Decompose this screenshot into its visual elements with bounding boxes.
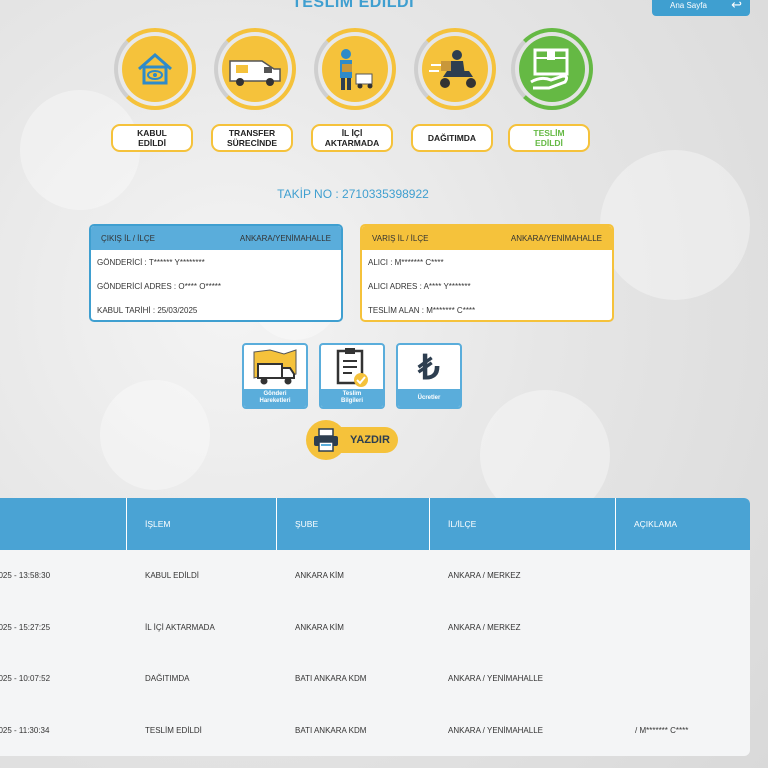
receiver-name: ALICI : M******* C**** <box>368 257 444 267</box>
courier-truck-icon <box>340 49 373 90</box>
sender-name: GÖNDERİCİ : T****** Y******** <box>97 257 205 267</box>
step-teslim: TESLİM EDİLDİ <box>508 28 595 152</box>
step-il-ici: İL İÇİ AKTARMADA <box>311 28 398 152</box>
truck-map-icon <box>253 349 297 385</box>
fees-button[interactable]: ₺ Ücretler <box>396 343 462 409</box>
sender-address: GÖNDERİCİ ADRES : O**** O***** <box>97 281 222 291</box>
header-aciklama: AÇIKLAMA <box>634 519 677 529</box>
delivery-info-button[interactable]: Teslim Bilgileri <box>319 343 385 409</box>
step-dagitim: DAĞITIMDA <box>411 28 498 152</box>
step-transfer: TRANSFER SÜRECİNDE <box>211 28 298 152</box>
delivered-to: TESLİM ALAN : M******* C**** <box>368 305 476 315</box>
table-row: 2025 - 13:58:30 KABUL EDİLDİ ANKARA KİM … <box>0 571 521 581</box>
header-islem: İŞLEM <box>145 519 171 529</box>
page-title: TESLİM EDİLDİ <box>291 0 415 11</box>
clipboard-check-icon <box>336 348 368 387</box>
header-sube: ŞUBE <box>295 519 319 529</box>
origin-card: ÇIKIŞ İL / İLÇE ANKARA/YENİMAHALLE GÖNDER… <box>89 224 343 322</box>
package-hand-icon <box>530 48 569 90</box>
table-row: 2025 - 10:07:52 DAĞITIMDA BATI ANKARA KD… <box>0 674 543 684</box>
van-icon <box>229 60 281 86</box>
step-label-transfer: TRANSFER SÜRECİNDE <box>211 124 293 152</box>
tracking-number: TAKİP NO : 2710335398922 <box>277 187 429 201</box>
step-label-dagitim: DAĞITIMDA <box>411 124 493 152</box>
step-label-kabul: KABUL EDİLDİ <box>111 124 193 152</box>
step-kabul: KABUL EDİLDİ <box>111 28 198 152</box>
table-header: İŞLEM ŞUBE İL/İLÇE AÇIKLAMA <box>0 498 750 550</box>
home-button-label: Ana Sayfa <box>670 0 707 10</box>
home-eye-icon <box>138 53 172 85</box>
table-row: 2025 - 11:30:34 TESLİM EDİLDİ BATI ANKAR… <box>0 725 689 735</box>
return-arrow-icon: ↩ <box>731 0 742 12</box>
lira-icon: ₺ <box>418 349 440 387</box>
scooter-icon <box>429 50 476 88</box>
destination-card: VARIŞ İL / İLÇE ANKARA/YENİMAHALLE ALICI … <box>360 224 614 322</box>
movements-table: İŞLEM ŞUBE İL/İLÇE AÇIKLAMA 2025 - 13:58… <box>0 498 750 756</box>
step-label-il-ici: İL İÇİ AKTARMADA <box>311 124 393 152</box>
home-button[interactable]: Ana Sayfa ↩ <box>652 0 750 16</box>
receiver-address: ALICI ADRES : A**** Y******* <box>368 281 471 291</box>
table-row: 2025 - 15:27:25 İL İÇİ AKTARMADA ANKARA … <box>0 622 521 632</box>
header-date <box>0 498 126 550</box>
step-label-teslim: TESLİM EDİLDİ <box>508 124 590 152</box>
print-button[interactable]: YAZDIR <box>306 420 398 460</box>
header-il-ilce: İL/İLÇE <box>448 519 477 529</box>
shipment-movements-button[interactable]: Gönderi Hareketleri <box>242 343 308 409</box>
acceptance-date: KABUL TARİHİ : 25/03/2025 <box>97 305 198 315</box>
printer-icon <box>314 428 338 452</box>
origin-card-header: ÇIKIŞ İL / İLÇE ANKARA/YENİMAHALLE <box>91 226 341 250</box>
destination-card-header: VARIŞ İL / İLÇE ANKARA/YENİMAHALLE <box>362 226 612 250</box>
